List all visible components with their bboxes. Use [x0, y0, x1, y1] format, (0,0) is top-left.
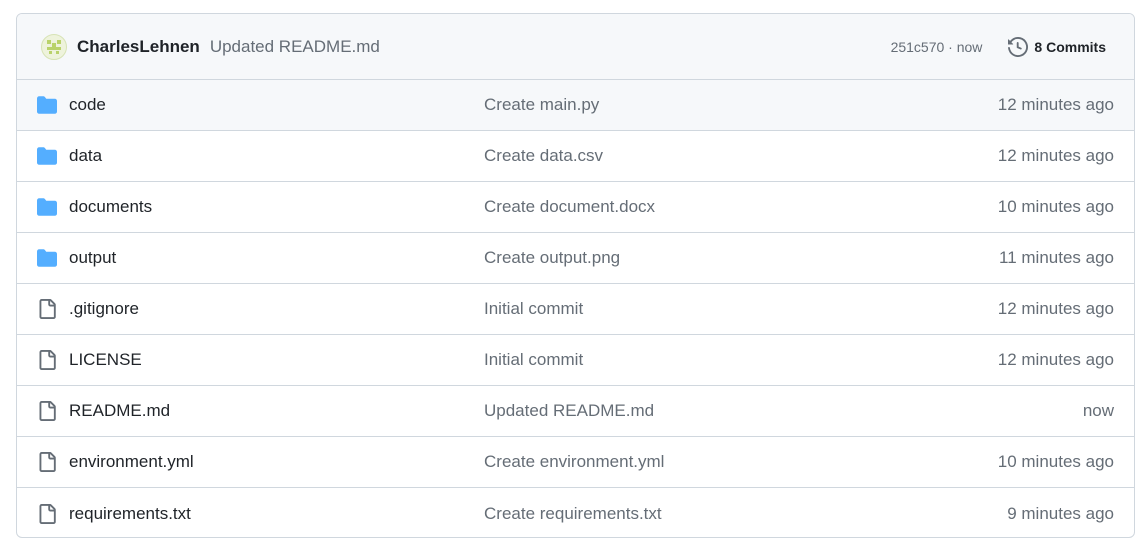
commit-time: 12 minutes ago — [997, 146, 1114, 165]
file-browser: CharlesLehnen Updated README.md 251c570 … — [16, 13, 1135, 538]
commits-count-label: 8 Commits — [1034, 38, 1106, 55]
file-name-link[interactable]: LICENSE — [69, 350, 142, 370]
file-icon — [37, 350, 57, 370]
file-icon — [37, 503, 57, 524]
commit-time: 12 minutes ago — [997, 299, 1114, 318]
commit-time: 10 minutes ago — [997, 197, 1114, 216]
file-name-link[interactable]: code — [69, 95, 106, 115]
commit-message-link[interactable]: Create document.docx — [484, 197, 655, 217]
file-row[interactable]: output Create output.png 11 minutes ago — [17, 233, 1134, 284]
folder-icon — [37, 95, 57, 115]
file-row[interactable]: .gitignore Initial commit 12 minutes ago — [17, 284, 1134, 335]
commit-message-link[interactable]: Create output.png — [484, 248, 620, 268]
file-name-link[interactable]: .gitignore — [69, 299, 139, 319]
commit-message-link[interactable]: Updated README.md — [484, 401, 654, 421]
file-row[interactable]: documents Create document.docx 10 minutes … — [17, 182, 1134, 233]
commit-time: 9 minutes ago — [1007, 503, 1114, 523]
file-icon — [37, 299, 57, 319]
file-row[interactable]: requirements.txt Create requirements.txt 9… — [17, 488, 1134, 537]
file-icon — [37, 401, 57, 421]
commit-time: 11 minutes ago — [999, 248, 1114, 267]
file-row[interactable]: README.md Updated README.md now — [17, 386, 1134, 437]
file-name-link[interactable]: README.md — [69, 401, 170, 421]
file-row[interactable]: data Create data.csv 12 minutes ago — [17, 131, 1134, 182]
file-name-link[interactable]: output — [69, 248, 116, 268]
commits-history-link[interactable]: 8 Commits — [1002, 33, 1112, 61]
latest-commit-bar: CharlesLehnen Updated README.md 251c570 … — [17, 14, 1134, 80]
avatar[interactable] — [41, 33, 67, 60]
file-name-link[interactable]: documents — [69, 197, 152, 217]
folder-icon — [37, 197, 57, 217]
file-row[interactable]: environment.yml Create environment.yml 10 … — [17, 437, 1134, 488]
commit-message-link[interactable]: Create main.py — [484, 95, 599, 115]
file-list: code Create main.py 12 minutes ago data Crea… — [17, 80, 1134, 537]
commit-message-link[interactable]: Initial commit — [484, 299, 583, 319]
identicon-avatar-icon — [47, 39, 61, 54]
file-row[interactable]: LICENSE Initial commit 12 minutes ago — [17, 335, 1134, 386]
latest-commit-message[interactable]: Updated README.md — [210, 37, 380, 57]
folder-icon — [37, 248, 57, 268]
folder-icon — [37, 146, 57, 166]
commit-time: 12 minutes ago — [997, 350, 1114, 369]
file-icon — [37, 452, 57, 472]
file-name-link[interactable]: data — [69, 146, 102, 166]
commit-time: now — [1082, 401, 1114, 420]
commit-message-link[interactable]: Create requirements.txt — [484, 504, 662, 524]
commit-message-link[interactable]: Create data.csv — [484, 146, 603, 166]
file-row[interactable]: code Create main.py 12 minutes ago — [17, 80, 1134, 131]
commit-time: 10 minutes ago — [997, 452, 1114, 471]
file-name-link[interactable]: environment.yml — [69, 452, 194, 472]
commit-message-link[interactable]: Create environment.yml — [484, 452, 664, 472]
file-name-link[interactable]: requirements.txt — [69, 504, 191, 524]
commit-sha-time[interactable]: 251c570 · now — [891, 39, 983, 55]
commit-author[interactable]: CharlesLehnen — [77, 37, 200, 57]
commit-time: 12 minutes ago — [997, 95, 1114, 114]
commit-message-link[interactable]: Initial commit — [484, 350, 583, 370]
history-icon — [1008, 36, 1029, 57]
